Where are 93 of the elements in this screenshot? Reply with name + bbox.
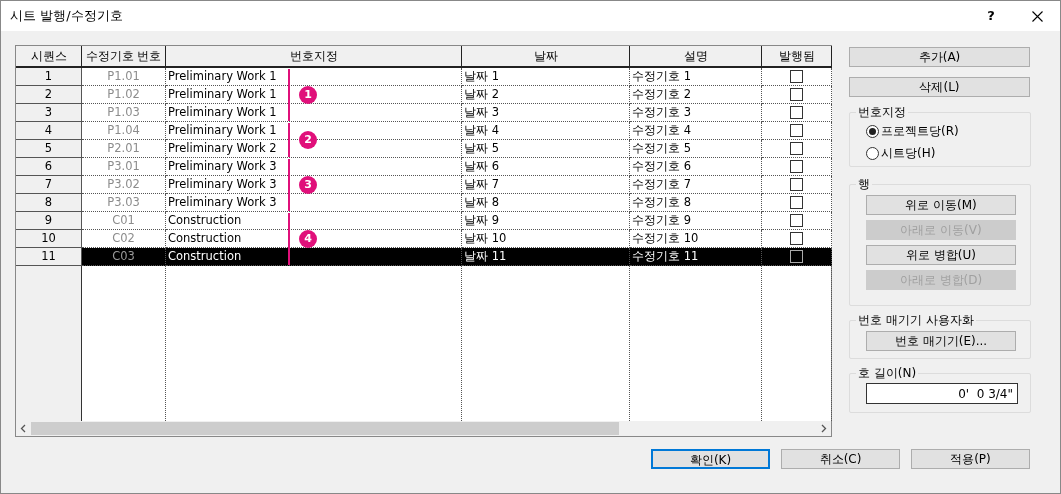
table-cell: 날짜 3 [462,104,630,122]
button[interactable]: 번호 매기기(E)... [866,331,1016,351]
table-cell: 수정기호 7 [630,176,762,194]
row-header-cell[interactable]: 7 [16,176,82,194]
table-cell: Preliminary Work 3 [166,194,462,212]
table-cell: Preliminary Work 3 [166,158,462,176]
radio-option[interactable]: 시트당(H) [866,144,1030,162]
column-header[interactable]: 날짜 [462,46,630,68]
group-title: 호 길이(N) [856,365,919,381]
radio-button[interactable] [866,146,879,160]
radio-button[interactable] [866,124,879,138]
close-icon [1031,10,1043,22]
checkbox[interactable] [790,178,803,191]
table-cell: C01 [82,212,166,230]
dialog-button[interactable]: 적용(P) [911,449,1030,469]
group-title: 번호 매기기 사용자화 [856,312,976,328]
annotation-bracket-line [288,159,290,211]
checkbox[interactable] [790,196,803,209]
checkbox[interactable] [790,88,803,101]
row-header-cell[interactable]: 11 [16,248,82,266]
table-cell: 수정기호 3 [630,104,762,122]
table-cell: 날짜 6 [462,158,630,176]
table-cell: P3.01 [82,158,166,176]
table-cell: Preliminary Work 1 [166,68,462,86]
help-button[interactable]: ? [968,1,1014,31]
row-header-cell[interactable]: 5 [16,140,82,158]
button[interactable]: 위로 병합(U) [866,245,1016,265]
table-cell: 날짜 8 [462,194,630,212]
checkbox[interactable] [790,160,803,173]
table-cell: 날짜 9 [462,212,630,230]
checkbox[interactable] [790,142,803,155]
row-header-cell[interactable]: 1 [16,68,82,86]
table-cell: Construction [166,212,462,230]
annotation-bracket-line [288,69,290,121]
table-cell: 날짜 11 [462,248,630,266]
table-cell: C03 [82,248,166,266]
table-cell: P3.02 [82,176,166,194]
annotation-bracket-line [288,213,290,265]
table-cell: 수정기호 9 [630,212,762,230]
arc-length-field[interactable]: 0' 0 3/4" [866,383,1018,404]
table-cell: 수정기호 4 [630,122,762,140]
row-header-cell[interactable]: 2 [16,86,82,104]
horizontal-scrollbar[interactable] [16,421,831,436]
row-header-cell[interactable]: 9 [16,212,82,230]
row-header-cell[interactable]: 10 [16,230,82,248]
table-cell: 날짜 2 [462,86,630,104]
table-cell: 날짜 5 [462,140,630,158]
checkbox[interactable] [790,214,803,227]
table-cell: P1.02 [82,86,166,104]
table-cell: 수정기호 10 [630,230,762,248]
table-cell: 수정기호 11 [630,248,762,266]
group-title: 행 [856,176,872,192]
table-cell: 수정기호 6 [630,158,762,176]
row-header-cell[interactable]: 3 [16,104,82,122]
table-cell: C02 [82,230,166,248]
checkbox[interactable] [790,250,803,263]
table-cell: P2.01 [82,140,166,158]
checkbox[interactable] [790,106,803,119]
dialog-button[interactable]: 확인(K) [651,449,770,469]
table-cell: Construction [166,248,462,266]
annotation-bracket-line [288,123,290,157]
table-cell: 수정기호 5 [630,140,762,158]
column-header[interactable]: 시퀀스 [16,46,82,68]
checkbox[interactable] [790,124,803,137]
table-cell: 날짜 4 [462,122,630,140]
table-cell: P3.03 [82,194,166,212]
scrollbar-thumb[interactable] [31,422,619,435]
button[interactable]: 추가(A) [849,47,1030,67]
table-cell: 수정기호 1 [630,68,762,86]
table-cell: 날짜 1 [462,68,630,86]
column-header[interactable]: 수정기호 번호 [82,46,166,68]
dialog-button[interactable]: 취소(C) [781,449,900,469]
group-title: 번호지정 [856,104,908,120]
checkbox[interactable] [790,70,803,83]
row-header-cell[interactable]: 4 [16,122,82,140]
row-header-cell[interactable]: 8 [16,194,82,212]
button[interactable]: 위로 이동(M) [866,195,1016,215]
column-header[interactable]: 번호지정 [166,46,462,68]
table-cell: P1.04 [82,122,166,140]
table-cell: 수정기호 2 [630,86,762,104]
table-cell: 날짜 10 [462,230,630,248]
row-header-cell[interactable]: 6 [16,158,82,176]
window-title: 시트 발행/수정기호 [10,7,123,26]
table-cell: 수정기호 8 [630,194,762,212]
column-header[interactable]: 설명 [630,46,762,68]
radio-option[interactable]: 프로젝트당(R) [866,122,1030,140]
table-cell: 날짜 7 [462,176,630,194]
table-cell: P1.01 [82,68,166,86]
checkbox[interactable] [790,232,803,245]
table-cell: Preliminary Work 1 [166,104,462,122]
button[interactable]: 삭제(L) [849,77,1030,97]
column-header[interactable]: 발행됨 [762,46,832,68]
table-cell: P1.03 [82,104,166,122]
